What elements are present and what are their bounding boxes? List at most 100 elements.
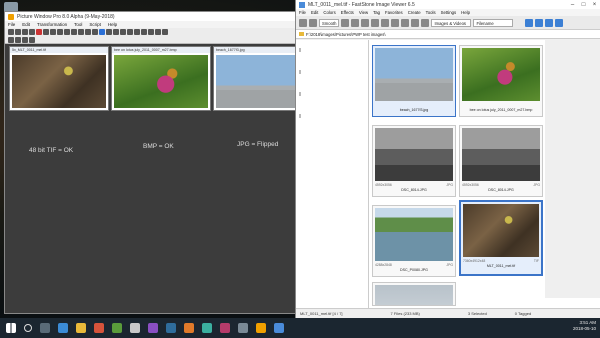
taskbar-app-9[interactable] bbox=[202, 323, 212, 333]
taskbar-app-3[interactable] bbox=[94, 323, 104, 333]
crop-icon[interactable] bbox=[361, 18, 370, 27]
curves-icon[interactable] bbox=[92, 29, 98, 35]
thumbnail-item[interactable]: bee on lotus july_2011_0007_m27.bmp bbox=[459, 45, 543, 117]
doc-image-tif bbox=[12, 55, 106, 108]
rotate-right-icon[interactable] bbox=[351, 18, 360, 27]
info-icon[interactable] bbox=[148, 29, 154, 35]
new-icon[interactable] bbox=[8, 29, 14, 35]
taskbar-app-4[interactable] bbox=[112, 323, 122, 333]
brush-icon[interactable] bbox=[113, 29, 119, 35]
resize-icon[interactable] bbox=[78, 29, 84, 35]
menu-file[interactable]: File bbox=[299, 10, 306, 15]
menu-edit[interactable]: Edit bbox=[311, 10, 318, 15]
paste-icon[interactable] bbox=[50, 29, 56, 35]
rotate-left-icon[interactable] bbox=[341, 18, 350, 27]
taskbar-app-8[interactable] bbox=[184, 323, 194, 333]
maximize-icon[interactable]: □ bbox=[578, 2, 589, 8]
refresh-icon[interactable] bbox=[309, 18, 317, 27]
thumbnail-name: bee on lotus july_2011_0007_m27.bmp bbox=[469, 108, 533, 112]
folder-icon[interactable] bbox=[299, 18, 307, 27]
thumbnail-image bbox=[462, 48, 540, 101]
taskbar-app-6[interactable] bbox=[148, 323, 158, 333]
browser-content: beach_1677f3.jpg bee on lotus july_2011_… bbox=[296, 40, 600, 308]
search-icon[interactable] bbox=[24, 324, 32, 332]
thumbnail-item[interactable]: beach_1677f3.jpg bbox=[372, 45, 456, 117]
print-icon[interactable] bbox=[29, 29, 35, 35]
menu-edit[interactable]: Edit bbox=[22, 22, 30, 27]
menu-help[interactable]: Help bbox=[461, 10, 470, 15]
actual-size-icon[interactable] bbox=[29, 36, 35, 43]
taskbar-app-13[interactable] bbox=[274, 323, 284, 333]
menu-tool[interactable]: Tool bbox=[74, 22, 82, 27]
zoom-in-icon[interactable] bbox=[8, 36, 14, 43]
delete-icon[interactable] bbox=[36, 29, 42, 35]
menu-favorites[interactable]: Favorites bbox=[385, 10, 403, 15]
folder-tree-panel[interactable] bbox=[296, 40, 369, 308]
mask-icon[interactable] bbox=[106, 29, 112, 35]
flip-icon[interactable] bbox=[71, 29, 77, 35]
save-icon[interactable] bbox=[22, 29, 28, 35]
menu-tag[interactable]: Tag bbox=[373, 10, 380, 15]
minimize-icon[interactable]: – bbox=[567, 2, 578, 8]
menu-colors[interactable]: Colors bbox=[323, 10, 335, 15]
copy-icon[interactable] bbox=[43, 29, 49, 35]
taskbar-app-11[interactable] bbox=[238, 323, 248, 333]
open-icon[interactable] bbox=[15, 29, 21, 35]
system-clock[interactable]: 3:51 AM 2018-05-10 bbox=[573, 320, 596, 332]
menu-tools[interactable]: Tools bbox=[426, 10, 436, 15]
taskbar-app-10[interactable] bbox=[220, 323, 230, 333]
grid-icon[interactable] bbox=[134, 29, 140, 35]
menu-settings[interactable]: Settings bbox=[441, 10, 457, 15]
close-icon[interactable]: × bbox=[589, 2, 600, 8]
menu-view[interactable]: View bbox=[359, 10, 368, 15]
smooth-toggle[interactable]: Smooth bbox=[319, 18, 340, 27]
levels-icon[interactable] bbox=[85, 29, 91, 35]
task-view-icon[interactable] bbox=[40, 323, 50, 333]
file-type-filter[interactable]: Images & Videos bbox=[431, 18, 472, 27]
view-thumbnails-icon[interactable] bbox=[525, 18, 534, 27]
start-icon[interactable] bbox=[6, 323, 16, 333]
sharpen-icon[interactable] bbox=[120, 29, 126, 35]
taskbar-app-5[interactable] bbox=[130, 323, 140, 333]
view-details-icon[interactable] bbox=[535, 18, 544, 27]
fit-window-icon[interactable] bbox=[22, 36, 28, 43]
menu-file[interactable]: File bbox=[8, 22, 15, 27]
rotate-icon[interactable] bbox=[64, 29, 70, 35]
taskbar-app-2[interactable] bbox=[76, 323, 86, 333]
view-list-icon[interactable] bbox=[545, 18, 554, 27]
thumbnail-item[interactable]: 4288x2848 JPG DSC_P0080.JPG bbox=[372, 205, 456, 277]
thumbnail-item[interactable] bbox=[372, 282, 456, 306]
histogram-icon[interactable] bbox=[141, 29, 147, 35]
menu-transformation[interactable]: Transformation bbox=[37, 22, 67, 27]
left-window-title: Picture Window Pro 8.0 Alpha (9-May-2018… bbox=[17, 13, 115, 20]
document-window-bmp[interactable]: bee on lotus july_2011_0007_m27.bmp bbox=[111, 46, 211, 111]
print-icon[interactable] bbox=[391, 18, 400, 27]
taskbar-app-12[interactable] bbox=[256, 323, 266, 333]
thumbnail-image bbox=[375, 285, 453, 305]
menu-create[interactable]: Create bbox=[408, 10, 421, 15]
zoom-out-icon[interactable] bbox=[15, 36, 21, 43]
zoom-icon[interactable] bbox=[155, 29, 161, 35]
resize-icon[interactable] bbox=[371, 18, 380, 27]
menu-script[interactable]: Script bbox=[89, 22, 101, 27]
help-icon[interactable] bbox=[162, 29, 168, 35]
thumbnail-item[interactable]: 4592x3056 JPG DSC_8014.JPG bbox=[372, 125, 456, 197]
taskbar-app-1[interactable] bbox=[58, 323, 68, 333]
thumbnail-item[interactable]: 4592x3056 JPG DSC_8014.JPG bbox=[459, 125, 543, 197]
thumbnail-item-current[interactable]: 7360x4912x48 TIF MLT_0011_mel.tif bbox=[459, 200, 543, 276]
slideshow-icon[interactable] bbox=[401, 18, 410, 27]
view-filmstrip-icon[interactable] bbox=[555, 18, 564, 27]
address-bar[interactable]: F:\2018\images\Pictures\PWP test images\ bbox=[296, 30, 600, 39]
sort-select[interactable]: Filename bbox=[473, 18, 514, 27]
color-icon[interactable] bbox=[99, 29, 105, 35]
menu-effects[interactable]: Effects bbox=[341, 10, 354, 15]
compare-icon[interactable] bbox=[411, 18, 420, 27]
email-icon[interactable] bbox=[381, 18, 390, 27]
menu-help[interactable]: Help bbox=[108, 22, 117, 27]
right-title-bar[interactable]: MLT_0011_mel.tif - FastStone Image Viewe… bbox=[296, 0, 600, 9]
document-window-tif[interactable]: 5x_MLT_0011_mel.tif bbox=[9, 46, 109, 111]
blur-icon[interactable] bbox=[127, 29, 133, 35]
taskbar-app-7[interactable] bbox=[166, 323, 176, 333]
delete-icon[interactable] bbox=[421, 18, 430, 27]
crop-icon[interactable] bbox=[57, 29, 63, 35]
